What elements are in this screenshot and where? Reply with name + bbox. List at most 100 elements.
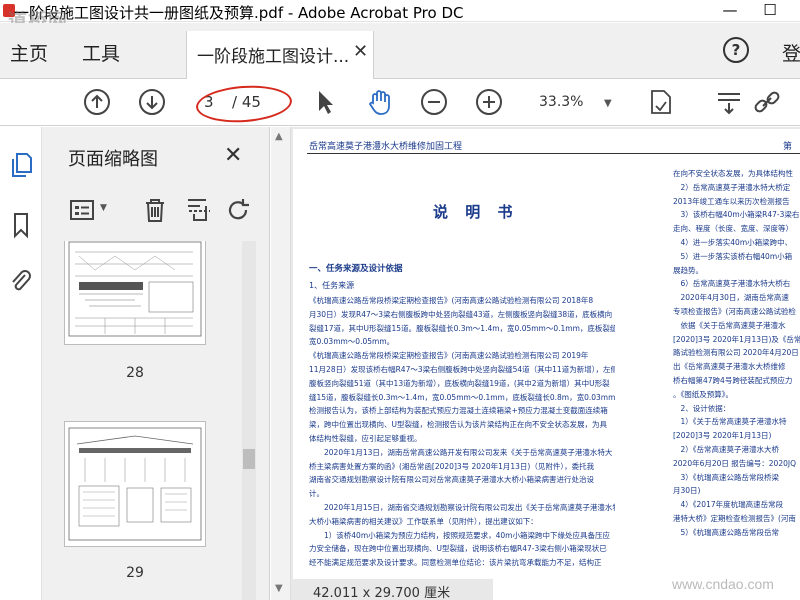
options-dropdown-icon[interactable]: ▼ (100, 203, 107, 213)
text-line: 经不能满足规范要求及设计要求。同意检测单位结论：该片梁抗弯承载能力不足，结构正 (309, 558, 602, 568)
text-line: 《杭瑞高速公路岳常段桥梁定期检查报告》(河南高速公路试验检测有限公司 2019年 (309, 351, 589, 361)
watermark-url: www.cndao.com (672, 576, 774, 592)
panel-toolbar: ▼ (42, 189, 270, 233)
header-rule (307, 153, 800, 154)
text-line: 2020年6月20日 报告编号：2020JQ (673, 458, 796, 468)
text-line: 2）岳常高速莫子港澧水特大桥定 (673, 182, 791, 192)
text-line: [2020]3号 2020年1月13日)及《岳常 (673, 334, 800, 344)
text-line: 缝15道，腹板裂缝长0.3m～1.4m，宽0.05mm～0.1mm，底板裂缝长0… (309, 392, 615, 402)
text-line: 1、任务来源 (309, 281, 355, 290)
thumbnail-options-icon[interactable] (68, 195, 98, 225)
share-link-icon[interactable] (752, 87, 782, 117)
window-title: 一阶段施工图设计共一册图纸及预算.pdf - Adobe Acrobat Pro… (14, 4, 464, 22)
page-thumbnail-29[interactable] (64, 421, 206, 547)
text-line: 5）《杭瑞高速公路岳常段岳常 (673, 527, 780, 537)
text-line: 3）该桥右幅40m小箱梁R47-3梁右 (673, 210, 800, 220)
minimize-button[interactable]: — (716, 0, 744, 22)
rotate-page-icon[interactable] (224, 195, 254, 225)
thumbnail-scrollbar[interactable] (242, 241, 256, 600)
tab-document[interactable]: 一阶段施工图设计... ✕ (186, 31, 374, 79)
document-title: 说 明 书 (433, 203, 519, 221)
page-header-right: 第 (783, 142, 793, 152)
text-line: 2020年1月15日，湖南省交通规划勘察设计院有限公司发出《关于岳常高速莫子港澧… (309, 502, 615, 512)
page-thumbnails-icon[interactable] (8, 151, 34, 179)
page-size-indicator: 42.011 x 29.700 厘米 (293, 579, 493, 600)
select-cursor-icon[interactable] (310, 87, 340, 117)
scroll-up-icon[interactable]: ▲ (275, 131, 283, 142)
scroll-down-icon[interactable]: ▼ (275, 583, 283, 594)
text-line: 《杭瑞高速公路岳常段桥梁定期检查报告》(河南高速公路试验检测有限公司 2018年… (309, 296, 594, 305)
page-thumbnail-28[interactable] (64, 241, 206, 345)
document-scrollbar[interactable]: ▲ ▼ (271, 127, 291, 600)
attachment-icon[interactable] (8, 267, 34, 295)
thumbnail-drawing (68, 427, 202, 541)
delete-page-icon[interactable] (140, 195, 170, 225)
text-line: 。《图纸及预算》。 (673, 389, 733, 399)
text-line: 月30日) (673, 486, 701, 496)
text-line: 依据《关于岳常高速莫子港澧水 (673, 320, 786, 330)
text-line: 1）《关于岳常高速莫子港澧水特 (673, 417, 787, 427)
document-tab-label: 一阶段施工图设计... (197, 47, 350, 67)
text-line: 2013年竣工通车以来历次检测报告 (673, 196, 790, 206)
text-line: [2020]3号 2020年1月13日) (673, 431, 772, 441)
zoom-out-icon[interactable] (419, 87, 449, 117)
tab-tools[interactable]: 工具 (82, 39, 120, 66)
text-line: 2）《岳常高速莫子港澧水大桥 (673, 444, 780, 454)
text-line: 检测报告认为，该桥上部结构为装配式预应力混凝土连续箱梁+预应力混凝土变截面连续箱 (309, 406, 608, 416)
thumbnail-page-number: 28 (126, 365, 144, 381)
bookmark-icon[interactable] (8, 211, 34, 239)
text-line: 大桥小箱梁病害的相关建议》工作联系单（见附件），提出建议如下： (309, 516, 538, 526)
thumbnail-scroll-thumb[interactable] (243, 449, 255, 469)
text-line: 走向、程度（长度、宽度、深度等） (673, 224, 793, 234)
text-line: 3）《杭瑞高速公路岳常段桥梁 (673, 472, 780, 482)
text-line: 4）《2017年度杭瑞高速岳常段 (673, 500, 784, 510)
text-line: 宽0.03mm～0.05mm。 (309, 337, 395, 347)
pdf-page[interactable]: 岳常高速莫子港澧水大桥维修加固工程 第 说 明 书 一、任务来源及设计依据 1、任… (293, 129, 800, 600)
hand-tool-icon[interactable] (365, 87, 395, 117)
tab-bar: 主页 工具 一阶段施工图设计... ✕ ? 登 (0, 23, 800, 79)
thumbnail-panel: 页面缩略图 ✕ ▼ 28 29 (42, 127, 270, 600)
text-line: 出《岳常高速莫子港澧水大桥维修 (673, 362, 786, 372)
scroll-mode-icon[interactable] (714, 87, 744, 117)
text-line: 路试验检测有限公司 2020年4月20日 (673, 348, 799, 358)
text-line: 2020年4月30日，湖南岳常高速 (673, 293, 789, 303)
text-line: 桥主梁病害处置方案的函》(湘岳常函[2020]3号 2020年1月13日)（见附… (309, 461, 595, 471)
text-line: 2020年1月13日，湖南岳常高速公路开发有限公司发来《关于岳常高速莫子港澧水特… (309, 447, 613, 457)
title-bar: 一阶段施工图设计共一册图纸及预算.pdf - Adobe Acrobat Pro… (0, 0, 800, 22)
close-panel-icon[interactable]: ✕ (224, 143, 242, 168)
text-line: 桥右幅第47跨4号跨径装配式预应力 (673, 375, 793, 385)
zoom-dropdown-icon[interactable]: ▼ (604, 98, 612, 109)
text-line: 腹板竖向裂缝51道（其中13道为新增），底板横向裂缝19道，(其中2道为新增）其… (309, 378, 610, 388)
page-header: 岳常高速莫子港澧水大桥维修加固工程 (309, 142, 463, 152)
zoom-level-field[interactable]: 33.3% (539, 94, 583, 110)
text-line: 梁，跨中位置出现横向、U型裂缝，检测报告认为该片梁结构正在向不安全状态发展，为具 (309, 420, 607, 430)
text-line: 11月28日）发现该桥右幅R47～3梁右侧腹板跨中处竖向裂缝54道（其中11道为… (309, 364, 615, 374)
text-line: 一、任务来源及设计依据 (309, 264, 403, 274)
close-tab-icon[interactable]: ✕ (353, 41, 368, 62)
text-line: 体结构性裂缝，应引起足够重视。 (309, 433, 422, 443)
help-icon[interactable]: ? (723, 37, 749, 63)
previous-page-icon[interactable] (82, 87, 112, 117)
thumbnail-drawing (68, 241, 202, 337)
extract-page-icon[interactable] (184, 195, 214, 225)
text-line: 2、设计依据： (673, 403, 731, 413)
text-line: 力安全储备，现在跨中位置出现横向、U型裂缝，说明该桥右幅R47-3梁右侧小箱梁现… (309, 544, 607, 554)
page-fit-icon[interactable] (646, 87, 676, 117)
text-line: 5）进一步落实该桥右幅40m小箱 (673, 251, 793, 261)
text-line: 裂缝17道，其中U形裂缝15道。腹板裂缝长0.3m～1.4m，宽0.05mm～0… (309, 323, 615, 333)
thumbnail-page-number: 29 (126, 565, 144, 581)
text-line: 1）该桥40m小箱梁为预应力结构，按照规范要求，40m小箱梁跨中下缘处应具备压应 (309, 530, 610, 540)
text-line: 在向不安全状态发展，为具体结构性 (673, 169, 793, 178)
page-dimensions: 42.011 x 29.700 厘米 (313, 586, 451, 600)
tab-home[interactable]: 主页 (10, 39, 48, 66)
sign-in-link[interactable]: 登 (782, 39, 800, 66)
maximize-button[interactable]: ☐ (756, 0, 784, 22)
left-text-column: 一、任务来源及设计依据 1、任务来源《杭瑞高速公路岳常段桥梁定期检查报告》(河南高… (309, 261, 615, 570)
text-line: 4）进一步落实40m小箱梁跨中、 (673, 237, 793, 247)
text-line: 计。 (309, 489, 324, 499)
thumbnail-list: 28 29 (42, 241, 256, 600)
text-line: 6）岳常高速莫子港澧水特大桥右 (673, 279, 791, 289)
zoom-in-icon[interactable] (474, 87, 504, 117)
panel-title: 页面缩略图 (68, 149, 158, 170)
next-page-icon[interactable] (137, 87, 167, 117)
